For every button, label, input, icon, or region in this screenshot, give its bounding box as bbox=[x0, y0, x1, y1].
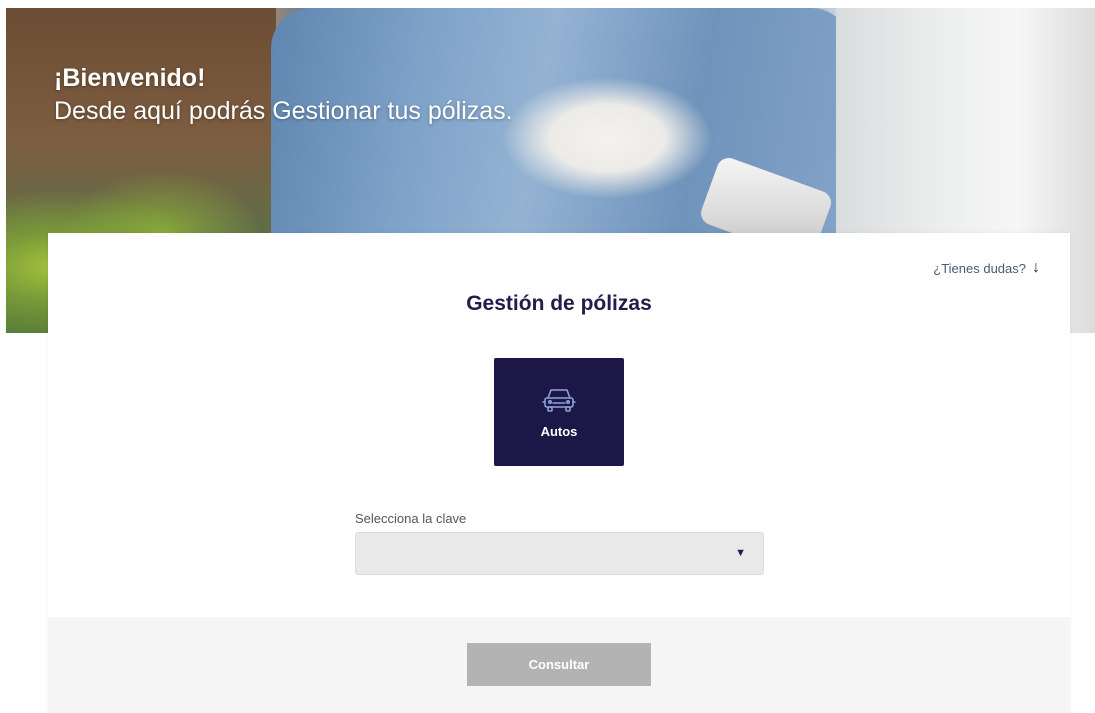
card-footer: Consultar bbox=[48, 617, 1070, 713]
hero-subtitle: Desde aquí podrás Gestionar tus pólizas. bbox=[54, 97, 513, 125]
hero-title: ¡Bienvenido! bbox=[54, 64, 206, 92]
select-label: Selecciona la clave bbox=[355, 511, 467, 526]
arrow-down-icon: ↓ bbox=[1032, 259, 1040, 276]
hero-text: ¡Bienvenido! Desde aquí podrás Gestionar… bbox=[54, 62, 534, 128]
caret-down-icon: ▼ bbox=[735, 547, 746, 559]
product-label: Autos bbox=[540, 423, 578, 439]
help-link[interactable]: ¿Tienes dudas? ↓ bbox=[933, 260, 1040, 276]
page-title: Gestión de pólizas bbox=[466, 292, 652, 315]
policy-management-card: ¿Tienes dudas? ↓ Gestión de pólizas Auto… bbox=[48, 233, 1070, 713]
help-link-label: ¿Tienes dudas? bbox=[933, 260, 1026, 276]
car-icon bbox=[542, 388, 576, 412]
product-tile-autos[interactable]: Autos bbox=[494, 358, 624, 466]
consult-button[interactable]: Consultar bbox=[467, 643, 651, 686]
page: ¡Bienvenido! Desde aquí podrás Gestionar… bbox=[0, 0, 1095, 713]
key-select[interactable]: ▼ bbox=[355, 532, 764, 575]
